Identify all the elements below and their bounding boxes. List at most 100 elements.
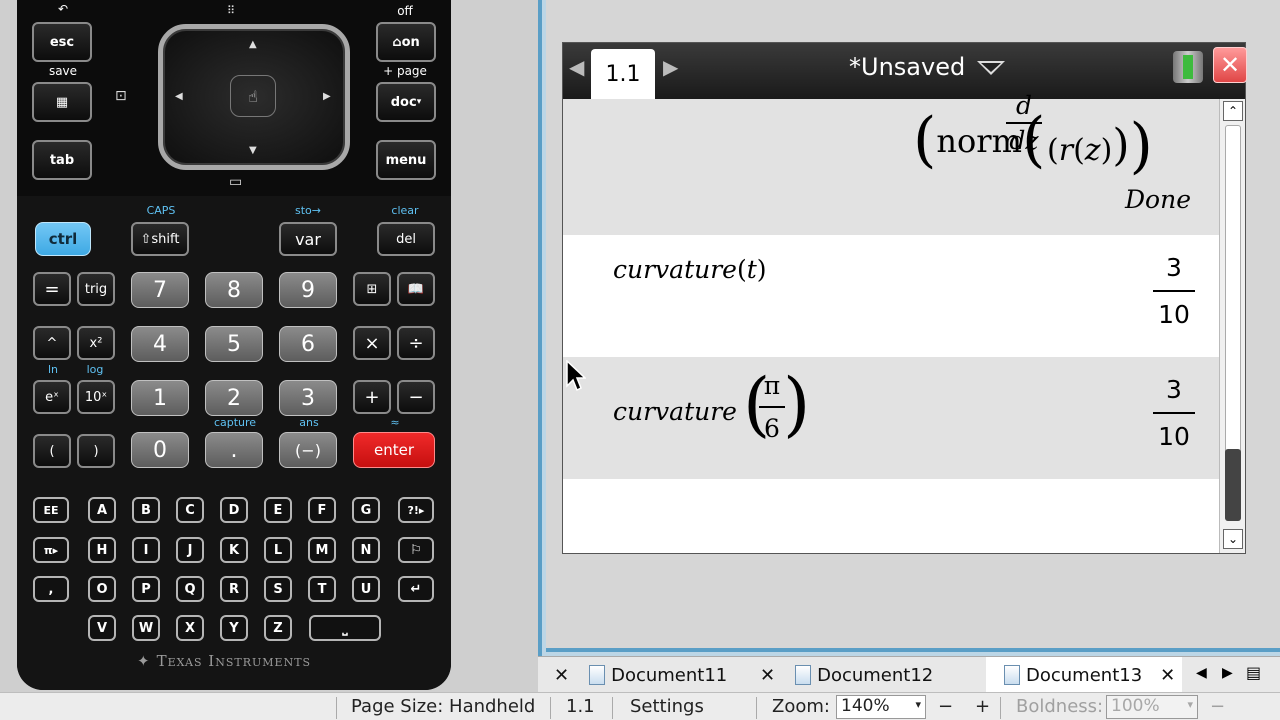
decimal-key[interactable]: . — [205, 432, 263, 468]
shift-key[interactable]: ⇧ shift — [131, 222, 189, 256]
exp-key[interactable]: eˣ — [33, 380, 71, 414]
del-key[interactable]: del — [377, 222, 435, 256]
key-i[interactable]: I — [132, 537, 160, 563]
arrow-left-icon: ◀ — [175, 91, 183, 102]
key-g[interactable]: G — [352, 497, 380, 523]
close-tab-icon[interactable]: ✕ — [760, 665, 775, 686]
menu-key[interactable]: menu — [376, 140, 436, 180]
key-v[interactable]: V — [88, 615, 116, 641]
key-k[interactable]: K — [220, 537, 248, 563]
key-3[interactable]: 3 — [279, 380, 337, 416]
key-r[interactable]: R — [220, 576, 248, 602]
document-tab-active[interactable]: Document13 ✕ — [986, 657, 1182, 693]
key-t[interactable]: T — [308, 576, 336, 602]
tab-key[interactable]: tab — [32, 140, 92, 180]
tabs-list-icon[interactable]: ▤ — [1246, 663, 1261, 682]
touchpad[interactable]: ▲ ▼ ◀ ▶ ☝ — [158, 24, 350, 170]
key-o[interactable]: O — [88, 576, 116, 602]
key-z[interactable]: Z — [264, 615, 292, 641]
title-dropdown-icon[interactable] — [977, 61, 1005, 75]
negative-key[interactable]: (−) — [279, 432, 337, 468]
pi-key[interactable]: π▸ — [33, 537, 69, 563]
return-key[interactable]: ↵ — [398, 576, 434, 602]
ee-key[interactable]: EE — [33, 497, 69, 523]
esc-key[interactable]: esc — [32, 22, 92, 62]
tabs-left-icon[interactable]: ◀ — [1196, 665, 1207, 681]
document-tab[interactable]: ✕ Document12 — [760, 657, 933, 693]
punctuation-key[interactable]: ?!▸ — [398, 497, 434, 523]
left-paren-key[interactable]: ( — [33, 434, 71, 468]
entry-line[interactable] — [563, 479, 1219, 553]
key-4[interactable]: 4 — [131, 326, 189, 362]
key-7[interactable]: 7 — [131, 272, 189, 308]
key-8[interactable]: 8 — [205, 272, 263, 308]
zoom-out-button[interactable]: − — [938, 696, 953, 717]
pointer-icon: ☝ — [248, 86, 258, 106]
key-b[interactable]: B — [132, 497, 160, 523]
next-page-icon[interactable]: ▶ — [663, 55, 678, 79]
flag-key[interactable]: ⚐ — [398, 537, 434, 563]
key-w[interactable]: W — [132, 615, 160, 641]
equals-key[interactable]: = — [33, 272, 71, 306]
page-size-setting[interactable]: Page Size: Handheld — [351, 696, 535, 717]
key-e[interactable]: E — [264, 497, 292, 523]
close-page-button[interactable]: ✕ — [1213, 47, 1247, 83]
key-u[interactable]: U — [352, 576, 380, 602]
key-0[interactable]: 0 — [131, 432, 189, 468]
key-s[interactable]: S — [264, 576, 292, 602]
key-y[interactable]: Y — [220, 615, 248, 641]
boldness-select[interactable]: 100% ▾ — [1106, 695, 1198, 719]
key-q[interactable]: Q — [176, 576, 204, 602]
ctrl-key[interactable]: ctrl — [35, 222, 91, 256]
comma-key[interactable]: , — [33, 576, 69, 602]
key-l[interactable]: L — [264, 537, 292, 563]
right-paren-key[interactable]: ) — [77, 434, 115, 468]
scroll-up-button[interactable]: ⌃ — [1223, 101, 1243, 121]
tabs-right-icon[interactable]: ▶ — [1222, 665, 1233, 681]
multiply-key[interactable]: × — [353, 326, 391, 360]
key-n[interactable]: N — [352, 537, 380, 563]
key-f[interactable]: F — [308, 497, 336, 523]
key-m[interactable]: M — [308, 537, 336, 563]
key-1[interactable]: 1 — [131, 380, 189, 416]
home-on-key[interactable]: ⌂ on — [376, 22, 436, 62]
caret-key[interactable]: ^ — [33, 326, 71, 360]
doc-key[interactable]: doc ▾ — [376, 82, 436, 122]
close-tab-icon[interactable]: ✕ — [1160, 665, 1175, 686]
vertical-scrollbar[interactable]: ⌃ ⌄ — [1219, 99, 1245, 553]
scroll-down-button[interactable]: ⌄ — [1223, 529, 1243, 549]
click-center-button[interactable]: ☝ — [230, 75, 276, 117]
key-d[interactable]: D — [220, 497, 248, 523]
plus-key[interactable]: + — [353, 380, 391, 414]
var-key[interactable]: var — [279, 222, 337, 256]
key-p[interactable]: P — [132, 576, 160, 602]
settings-button[interactable]: Settings — [630, 696, 704, 717]
key-a[interactable]: A — [88, 497, 116, 523]
key-9[interactable]: 9 — [279, 272, 337, 308]
close-tab-icon[interactable]: ✕ — [554, 665, 569, 686]
key-6[interactable]: 6 — [279, 326, 337, 362]
space-key[interactable]: ⎵ — [309, 615, 381, 641]
prev-page-icon[interactable]: ◀ — [569, 55, 584, 79]
square-key[interactable]: x² — [77, 326, 115, 360]
trig-key[interactable]: trig — [77, 272, 115, 306]
enter-key[interactable]: enter — [353, 432, 435, 468]
ten-power-key[interactable]: 10ˣ — [77, 380, 115, 414]
key-5[interactable]: 5 — [205, 326, 263, 362]
key-2[interactable]: 2 — [205, 380, 263, 416]
key-h[interactable]: H — [88, 537, 116, 563]
zoom-select[interactable]: 140% ▾ — [836, 695, 926, 719]
scratchpad-key[interactable]: ▦ — [32, 82, 92, 122]
arrow-up-icon: ▲ — [249, 39, 257, 50]
scroll-thumb[interactable] — [1225, 449, 1241, 521]
catalog-key[interactable]: 📖 — [397, 272, 435, 306]
divide-key[interactable]: ÷ — [397, 326, 435, 360]
key-j[interactable]: J — [176, 537, 204, 563]
document-tab[interactable]: ✕ Document11 — [554, 657, 727, 693]
key-x[interactable]: X — [176, 615, 204, 641]
zoom-in-button[interactable]: + — [975, 696, 990, 717]
template-key[interactable]: ⊞ — [353, 272, 391, 306]
page-tab[interactable]: 1.1 — [591, 49, 655, 99]
minus-key[interactable]: − — [397, 380, 435, 414]
key-c[interactable]: C — [176, 497, 204, 523]
